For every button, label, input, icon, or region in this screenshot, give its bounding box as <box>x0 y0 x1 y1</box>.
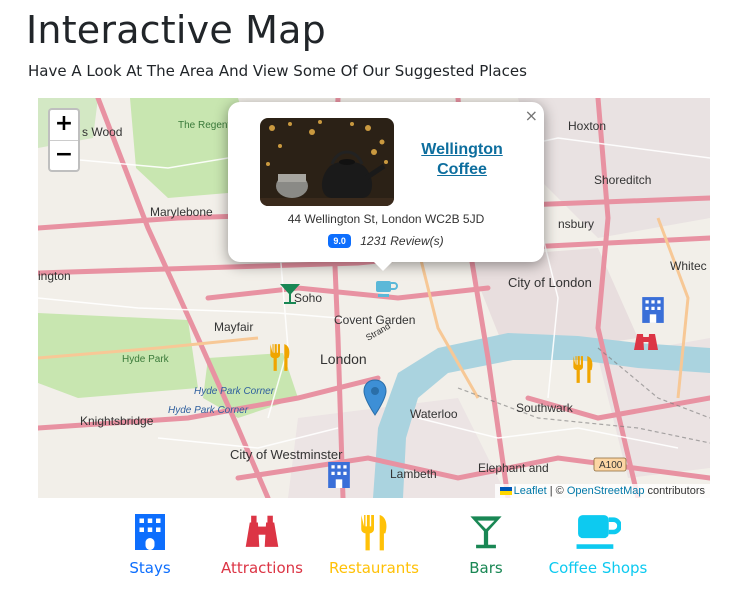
place-address: 44 Wellington St, London WC2B 5JD <box>287 212 485 226</box>
utensils-marker-icon[interactable] <box>570 354 596 384</box>
map-label: Waterloo <box>410 407 458 421</box>
popup-close-button[interactable]: × <box>525 106 538 125</box>
attribution-contributors: contributors <box>644 485 705 497</box>
legend-coffee-shops[interactable]: Coffee Shops <box>543 512 653 580</box>
place-title-link[interactable]: Wellington Coffee <box>410 140 514 180</box>
utensils-icon <box>361 515 387 551</box>
hotel-marker-icon[interactable] <box>640 296 666 324</box>
map-label: s Wood <box>82 125 122 139</box>
map-label: Lambeth <box>390 467 437 481</box>
map-label: Hyde Park Corner <box>194 386 275 397</box>
legend-label: Attractions <box>221 559 303 577</box>
map-label: Hoxton <box>568 119 606 133</box>
place-photo <box>260 118 394 206</box>
utensils-marker-icon[interactable] <box>267 342 293 372</box>
map-label: Southwark <box>516 401 574 415</box>
location-pin-icon[interactable] <box>363 379 387 417</box>
road-shield: A100 <box>599 460 623 471</box>
coffee-marker-icon[interactable] <box>374 278 398 300</box>
map-label: Shoreditch <box>594 173 651 187</box>
legend-restaurants[interactable]: Restaurants <box>319 512 429 580</box>
cocktail-icon <box>470 516 502 549</box>
legend-label: Stays <box>129 559 171 577</box>
ukraine-flag-icon <box>499 487 512 496</box>
map-label: Whitec <box>670 259 707 273</box>
legend-attractions[interactable]: Attractions <box>207 512 317 580</box>
map-label: Mayfair <box>214 320 253 334</box>
legend-label: Coffee Shops <box>548 559 648 577</box>
leaflet-link[interactable]: Leaflet <box>514 485 547 497</box>
legend-label: Restaurants <box>329 559 419 577</box>
zoom-in-button[interactable]: + <box>50 110 78 140</box>
binoculars-icon <box>245 515 279 547</box>
place-rating: 9.0 1231 Review(s) <box>228 234 544 248</box>
place-popup: × Wellington Coffee 44 Wellington St, Lo… <box>228 102 544 271</box>
map-label: Marylebone <box>150 205 213 219</box>
page-subtitle: Have A Look At The Area And View Some Of… <box>28 62 527 80</box>
popup-tip <box>373 261 393 271</box>
map-label: Hyde Park Corner <box>168 405 249 416</box>
attribution-separator: | © <box>546 485 567 497</box>
map-label: Covent Garden <box>334 313 415 327</box>
legend-stays[interactable]: Stays <box>95 512 205 580</box>
map-label: London <box>320 351 367 367</box>
category-legend: Stays Attractions Restaurants Bars Coffe… <box>0 504 756 612</box>
map-container[interactable]: s Wood The Regent's Park Marylebone Hoxt… <box>38 98 710 498</box>
hotel-marker-icon[interactable] <box>326 460 352 490</box>
legend-bars[interactable]: Bars <box>431 512 541 580</box>
review-count: 1231 Review(s) <box>360 234 444 248</box>
osm-link[interactable]: OpenStreetMap <box>567 485 645 497</box>
map-label: nsbury <box>558 217 594 231</box>
map-label: City of London <box>508 275 592 290</box>
legend-label: Bars <box>469 559 503 577</box>
zoom-control: + − <box>48 108 80 172</box>
map-label: Hyde Park <box>122 354 170 365</box>
hotel-icon <box>135 514 165 550</box>
map-attribution: Leaflet | © OpenStreetMap contributors <box>494 484 710 498</box>
page-title: Interactive Map <box>26 8 326 52</box>
binoculars-marker-icon[interactable] <box>632 330 660 352</box>
map-label: Elephant and <box>478 461 549 475</box>
cocktail-marker-icon[interactable] <box>278 281 302 307</box>
map-label: Knightsbridge <box>80 414 154 428</box>
rating-badge: 9.0 <box>328 234 351 248</box>
coffee-icon <box>576 515 621 549</box>
map-label: ington <box>38 269 71 283</box>
zoom-out-button[interactable]: − <box>50 140 78 170</box>
